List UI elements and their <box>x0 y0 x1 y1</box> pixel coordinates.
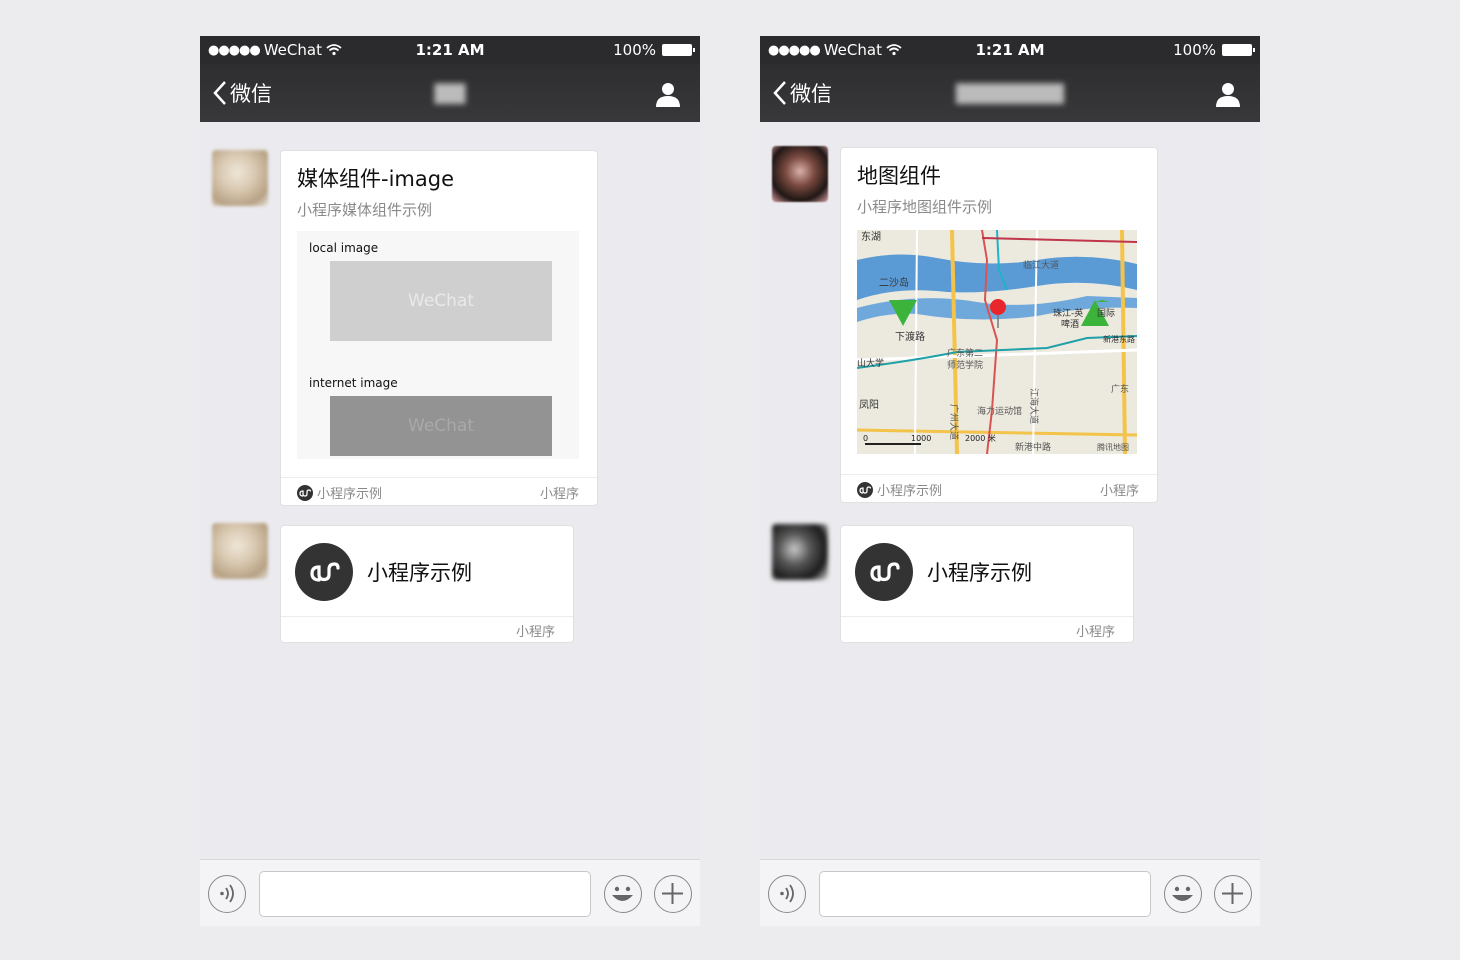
plus-icon <box>662 883 683 904</box>
map-label: 新港中路 <box>1015 441 1051 453</box>
back-chevron-icon <box>213 81 226 105</box>
back-label: 微信 <box>230 82 272 106</box>
card-subtitle: 小程序地图组件示例 <box>857 198 993 216</box>
footer-source: 小程序示例 <box>877 484 943 499</box>
chat-screen-left: ●●●●● WeChat 1:21 AM 100% 微信 ▇▇ 媒体组件-ima… <box>200 36 700 926</box>
chat-title-blurred: ▇▇▇▇▇▇▇ <box>956 80 1064 104</box>
voice-button[interactable] <box>768 875 806 913</box>
card-footer: 小程序示例 小程序 <box>281 477 597 505</box>
back-button[interactable]: 微信 <box>212 78 272 108</box>
card-footer: 小程序 <box>841 616 1133 642</box>
mini-program-icon <box>857 481 873 498</box>
back-chevron-icon <box>773 81 786 105</box>
nav-bar: 微信 ▇▇▇▇▇▇▇ <box>760 64 1260 122</box>
battery-icon <box>662 44 695 56</box>
road <box>857 428 1137 437</box>
plus-button[interactable] <box>654 875 692 913</box>
avatar[interactable] <box>772 524 828 580</box>
battery-icon <box>1222 44 1255 56</box>
mini-program-icon <box>295 543 353 601</box>
mini-program-card[interactable]: 小程序示例 小程序 <box>280 525 574 643</box>
contact-icon[interactable] <box>654 80 682 108</box>
mini-program-name: 小程序示例 <box>367 561 472 585</box>
map-label: 珠江-英 <box>1053 307 1083 319</box>
message-input[interactable] <box>819 871 1151 917</box>
map-label: 广东 <box>1111 383 1129 395</box>
media-image-card[interactable]: 媒体组件-image 小程序媒体组件示例 local image WeChat … <box>280 150 598 506</box>
map-label: 新港东路 <box>1103 334 1135 344</box>
avatar[interactable] <box>212 150 268 206</box>
status-bar: ●●●●● WeChat 1:21 AM 100% <box>200 36 700 64</box>
map-label: 山大学 <box>857 357 884 369</box>
footer-type: 小程序 <box>1099 484 1139 499</box>
emoji-icon <box>1172 886 1193 901</box>
map-label: 啤酒 <box>1061 318 1079 330</box>
image-preview: local image WeChat internet image WeChat <box>297 231 579 459</box>
mini-program-card[interactable]: 小程序示例 小程序 <box>840 525 1134 643</box>
avatar[interactable] <box>212 523 268 579</box>
emoji-button[interactable] <box>604 875 642 913</box>
nav-bar: 微信 ▇▇ <box>200 64 700 122</box>
back-button[interactable]: 微信 <box>772 78 832 108</box>
emoji-icon <box>612 886 633 901</box>
map-label: 腾讯地图 <box>1097 442 1129 452</box>
chat-title-blurred: ▇▇ <box>434 80 466 104</box>
internet-image: WeChat <box>330 396 552 456</box>
message-input[interactable] <box>259 871 591 917</box>
map-marker-red[interactable] <box>990 299 1006 315</box>
battery-percent: 100% <box>613 41 656 59</box>
plus-icon <box>1222 883 1243 904</box>
voice-icon <box>220 884 234 903</box>
status-bar: ●●●●● WeChat 1:21 AM 100% <box>760 36 1260 64</box>
mini-program-icon <box>855 543 913 601</box>
map-label: 江海大道 <box>1028 388 1040 424</box>
map-label: 广州大道 <box>948 404 960 440</box>
footer-type: 小程序 <box>1075 625 1115 640</box>
map-label: 师范学院 <box>947 359 983 371</box>
map-scale-label: 0 <box>863 434 868 443</box>
map-label: 下渡路 <box>895 330 925 343</box>
voice-button[interactable] <box>208 875 246 913</box>
voice-icon <box>780 884 794 903</box>
map-label: 二沙岛 <box>879 276 909 289</box>
mini-program-icon <box>297 484 313 501</box>
local-image-label: local image <box>309 241 379 255</box>
card-title: 地图组件 <box>857 164 941 188</box>
internet-image-text: WeChat <box>408 416 474 436</box>
metro-line <box>981 237 1137 243</box>
footer-type: 小程序 <box>515 625 555 640</box>
map-label: 广东第二 <box>947 347 983 359</box>
footer-type: 小程序 <box>539 487 579 502</box>
battery-status: 100% <box>1173 41 1255 59</box>
map-scale-label: 1000 <box>911 434 931 443</box>
map-label: 临江大道 <box>1023 259 1059 271</box>
card-title: 媒体组件-image <box>297 167 454 191</box>
map-label: 东湖 <box>861 230 881 243</box>
local-image-text: WeChat <box>408 291 474 311</box>
plus-button[interactable] <box>1214 875 1252 913</box>
input-bar <box>200 859 700 926</box>
card-subtitle: 小程序媒体组件示例 <box>297 201 433 219</box>
internet-image-label: internet image <box>309 376 398 390</box>
input-bar <box>760 859 1260 926</box>
card-footer: 小程序 <box>281 616 573 642</box>
card-footer: 小程序示例 小程序 <box>841 474 1157 502</box>
map-scale-label: 2000 米 <box>965 433 996 443</box>
map-label: 国际 <box>1097 308 1115 319</box>
map-view[interactable]: 东湖 二沙岛 下渡路 山大学 凤阳 广东第二 师范学院 临江大道 珠江-英 啤酒… <box>857 230 1137 454</box>
local-image: WeChat <box>330 261 552 341</box>
mini-program-name: 小程序示例 <box>927 561 1032 585</box>
chat-screen-right: ●●●●● WeChat 1:21 AM 100% 微信 ▇▇▇▇▇▇▇ 地图组… <box>760 36 1260 926</box>
map-label: 凤阳 <box>859 399 879 411</box>
battery-status: 100% <box>613 41 695 59</box>
map-label: 海力运动馆 <box>977 405 1022 417</box>
footer-source: 小程序示例 <box>317 487 383 502</box>
battery-percent: 100% <box>1173 41 1216 59</box>
contact-icon[interactable] <box>1214 80 1242 108</box>
emoji-button[interactable] <box>1164 875 1202 913</box>
map-card[interactable]: 地图组件 小程序地图组件示例 东湖 二沙岛 下渡路 山大学 凤阳 广东第二 师范… <box>840 147 1158 503</box>
back-label: 微信 <box>790 82 832 106</box>
avatar[interactable] <box>772 146 828 202</box>
